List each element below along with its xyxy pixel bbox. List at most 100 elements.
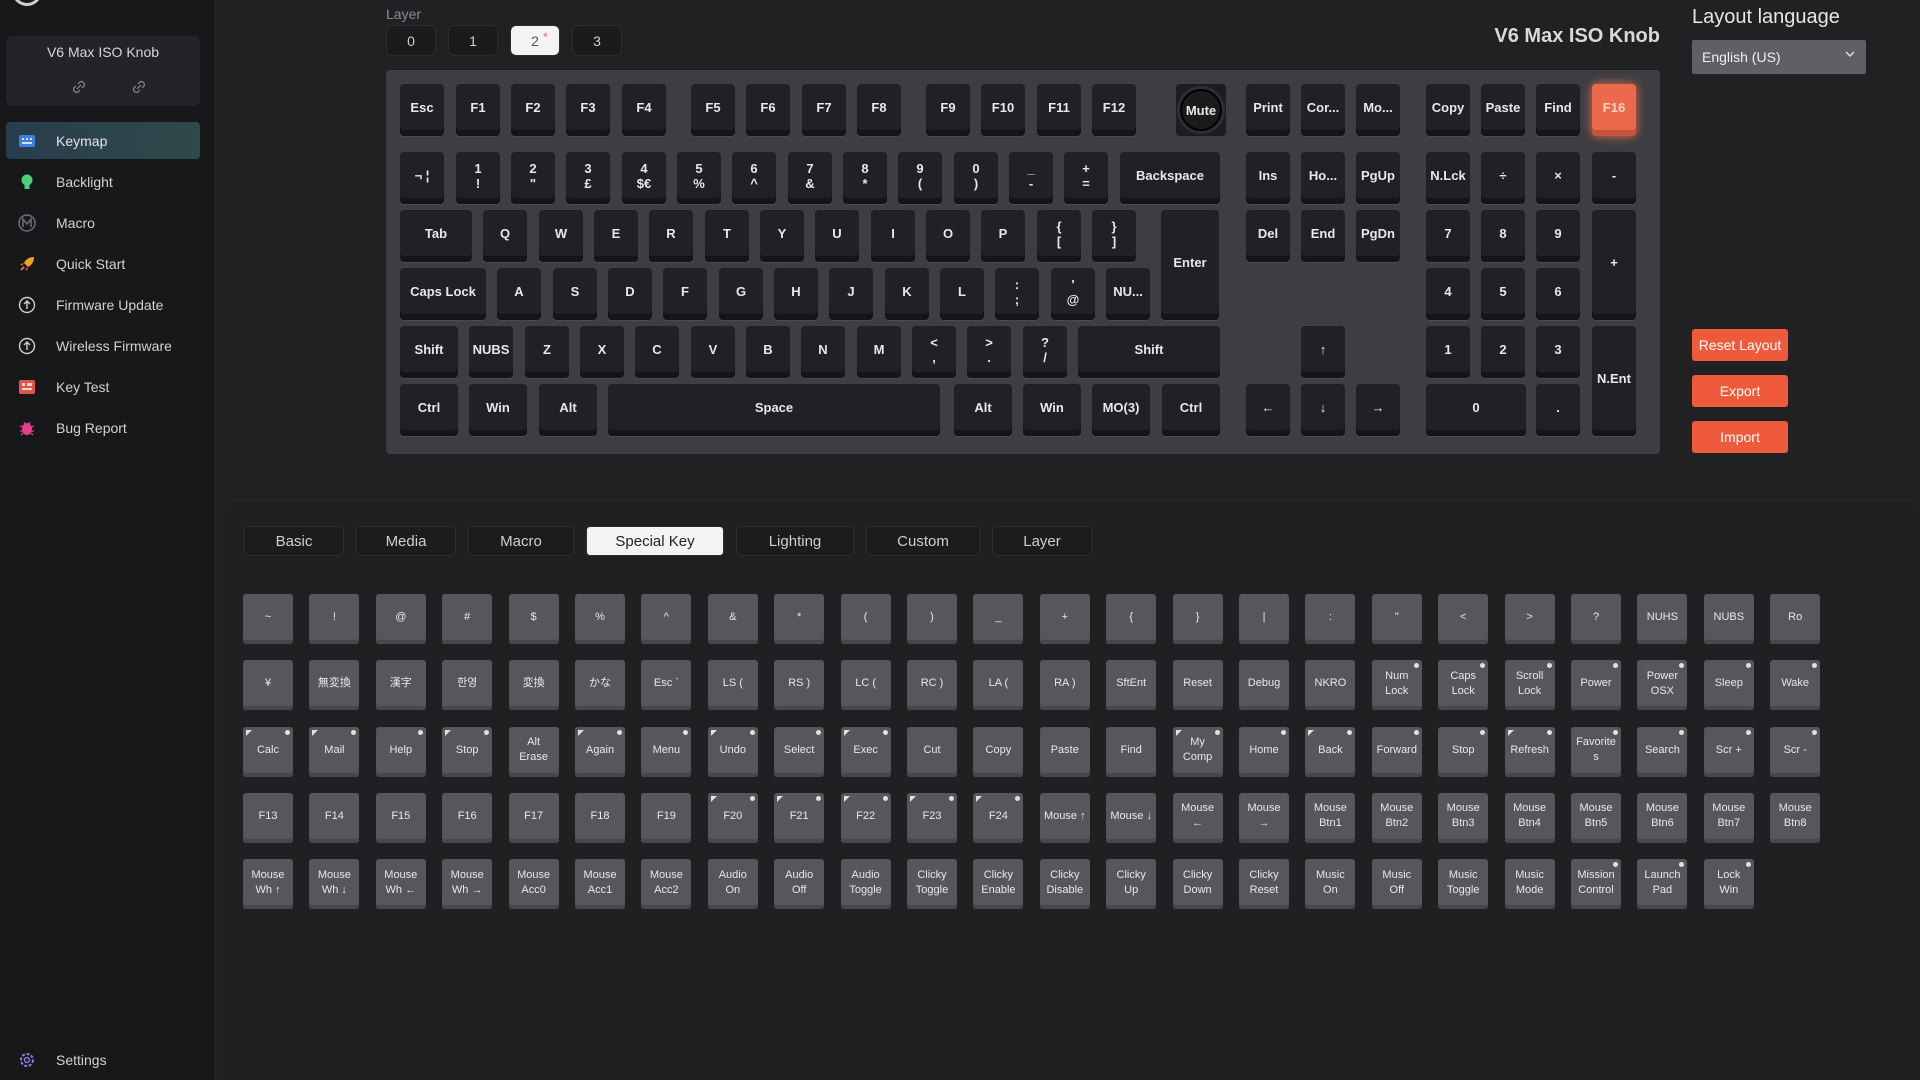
special-key[interactable]: Search — [1637, 726, 1688, 777]
tab-special-key[interactable]: Special Key — [586, 526, 724, 556]
special-key[interactable]: Find — [1106, 726, 1157, 777]
special-key[interactable]: ^ — [641, 594, 692, 644]
special-key[interactable]: & — [707, 594, 758, 644]
special-key[interactable]: | — [1239, 594, 1289, 644]
keyboard-key[interactable]: Q — [483, 210, 527, 262]
sidebar-item-keymap[interactable]: Keymap — [6, 122, 200, 159]
special-key[interactable]: Mouse ← — [1172, 792, 1223, 843]
keyboard-key[interactable]: P — [981, 210, 1025, 262]
layer-tab-0[interactable]: 0 — [386, 25, 436, 56]
keyboard-key[interactable]: Ho... — [1301, 152, 1345, 204]
sidebar-item-macro[interactable]: Macro — [6, 204, 200, 241]
keyboard-key[interactable]: F6 — [746, 84, 790, 136]
keyboard-key[interactable]: Print — [1246, 84, 1290, 136]
special-key[interactable]: Power OSX — [1637, 660, 1688, 711]
keyboard-key[interactable]: F5 — [691, 84, 735, 136]
special-key[interactable]: Mouse Wh ↑ — [243, 859, 293, 910]
keyboard-key[interactable]: J — [829, 268, 873, 320]
special-key[interactable]: % — [575, 594, 625, 644]
special-key[interactable]: RC ) — [907, 660, 957, 711]
layer-tab-1[interactable]: 1 — [448, 25, 498, 56]
keyboard-key[interactable]: U — [815, 210, 859, 262]
special-key[interactable]: Exec — [840, 726, 891, 777]
special-key[interactable]: Reset — [1172, 660, 1223, 711]
special-key[interactable]: > — [1504, 594, 1555, 644]
keyboard-key[interactable]: S — [553, 268, 597, 320]
special-key[interactable]: Mouse Acc0 — [508, 859, 559, 910]
special-key[interactable]: 変換 — [508, 660, 559, 711]
keyboard-key[interactable]: PgDn — [1356, 210, 1400, 262]
keyboard-key[interactable]: - — [1592, 152, 1636, 204]
keyboard-key[interactable]: ↑ — [1301, 326, 1345, 378]
special-key[interactable]: Mouse Btn1 — [1305, 792, 1356, 843]
keyboard-key[interactable]: I — [871, 210, 915, 262]
special-key[interactable]: Scr + — [1703, 726, 1754, 777]
special-key[interactable]: F18 — [575, 792, 625, 843]
keyboard-key[interactable]: 4 — [1426, 268, 1470, 320]
keyboard-key[interactable]: R — [649, 210, 693, 262]
special-key[interactable]: Mouse Acc2 — [641, 859, 692, 910]
special-key[interactable]: ~ — [243, 594, 293, 644]
keyboard-key[interactable]: . — [1536, 384, 1580, 436]
special-key[interactable]: Again — [575, 726, 625, 777]
reset-layout-button[interactable]: Reset Layout — [1692, 329, 1788, 361]
special-key[interactable]: NUHS — [1637, 594, 1688, 644]
special-key[interactable]: Sleep — [1703, 660, 1754, 711]
special-key[interactable]: Music Toggle — [1438, 859, 1489, 910]
keyboard-key[interactable]: :; — [995, 268, 1039, 320]
special-key[interactable]: } — [1172, 594, 1223, 644]
layer-tab-2[interactable]: 2 * — [510, 25, 560, 56]
special-key[interactable]: Favorite s — [1571, 726, 1621, 777]
keyboard-key[interactable]: Shift — [400, 326, 458, 378]
keyboard-key[interactable]: Ctrl — [1162, 384, 1220, 436]
keyboard-key[interactable]: ' @ — [1051, 268, 1095, 320]
keyboard-key[interactable]: MO(3) — [1092, 384, 1150, 436]
sidebar-item-firmware-update[interactable]: Firmware Update — [6, 286, 200, 323]
keyboard-key[interactable]: Tab — [400, 210, 472, 262]
special-key[interactable]: Esc ` — [641, 660, 692, 711]
special-key[interactable]: Caps Lock — [1438, 660, 1489, 711]
keyboard-key[interactable]: NUBS — [469, 326, 513, 378]
keyboard-key[interactable]: 3 £ — [566, 152, 610, 204]
keyboard-key[interactable]: W — [539, 210, 583, 262]
keyboard-key[interactable]: E — [594, 210, 638, 262]
special-key[interactable]: Select — [774, 726, 825, 777]
special-key[interactable]: " — [1371, 594, 1422, 644]
special-key[interactable]: LC ( — [840, 660, 891, 711]
keyboard-key[interactable]: >. — [967, 326, 1011, 378]
keyboard-key[interactable]: × — [1536, 152, 1580, 204]
keyboard-key[interactable]: 8 * — [843, 152, 887, 204]
keyboard-key[interactable]: ← — [1246, 384, 1290, 436]
special-key[interactable]: NUBS — [1703, 594, 1754, 644]
keyboard-key[interactable]: 4 $€ — [622, 152, 666, 204]
keyboard-key[interactable]: NU... — [1106, 268, 1150, 320]
special-key[interactable]: Cut — [907, 726, 957, 777]
keyboard-key[interactable]: F1 — [456, 84, 500, 136]
keyboard-key[interactable]: Enter — [1161, 210, 1219, 320]
keyboard-key[interactable]: 2 " — [511, 152, 555, 204]
special-key[interactable]: Clicky Up — [1106, 859, 1157, 910]
special-key[interactable]: + — [1039, 594, 1090, 644]
keyboard-key[interactable]: N — [801, 326, 845, 378]
special-key[interactable]: Undo — [707, 726, 758, 777]
special-key[interactable]: F22 — [840, 792, 891, 843]
special-key[interactable]: Back — [1305, 726, 1356, 777]
keyboard-key[interactable]: 1 — [1426, 326, 1470, 378]
keyboard-key[interactable]: Mo... — [1356, 84, 1400, 136]
special-key[interactable]: F21 — [774, 792, 825, 843]
export-button[interactable]: Export — [1692, 375, 1788, 407]
special-key[interactable]: F17 — [508, 792, 559, 843]
keyboard-key[interactable]: Cor... — [1301, 84, 1345, 136]
special-key[interactable]: Ro — [1770, 594, 1821, 644]
keyboard-key[interactable]: Ctrl — [400, 384, 458, 436]
import-button[interactable]: Import — [1692, 421, 1788, 453]
special-key[interactable]: Clicky Reset — [1239, 859, 1289, 910]
special-key[interactable]: Mouse Wh → — [442, 859, 493, 910]
keyboard-key[interactable]: → — [1356, 384, 1400, 436]
keyboard-key[interactable]: 5 — [1481, 268, 1525, 320]
special-key[interactable]: { — [1106, 594, 1157, 644]
special-key[interactable]: Alt Erase — [508, 726, 559, 777]
keyboard-key[interactable]: ÷ — [1481, 152, 1525, 204]
special-key[interactable]: Refresh — [1504, 726, 1555, 777]
special-key[interactable]: Mouse → — [1239, 792, 1289, 843]
